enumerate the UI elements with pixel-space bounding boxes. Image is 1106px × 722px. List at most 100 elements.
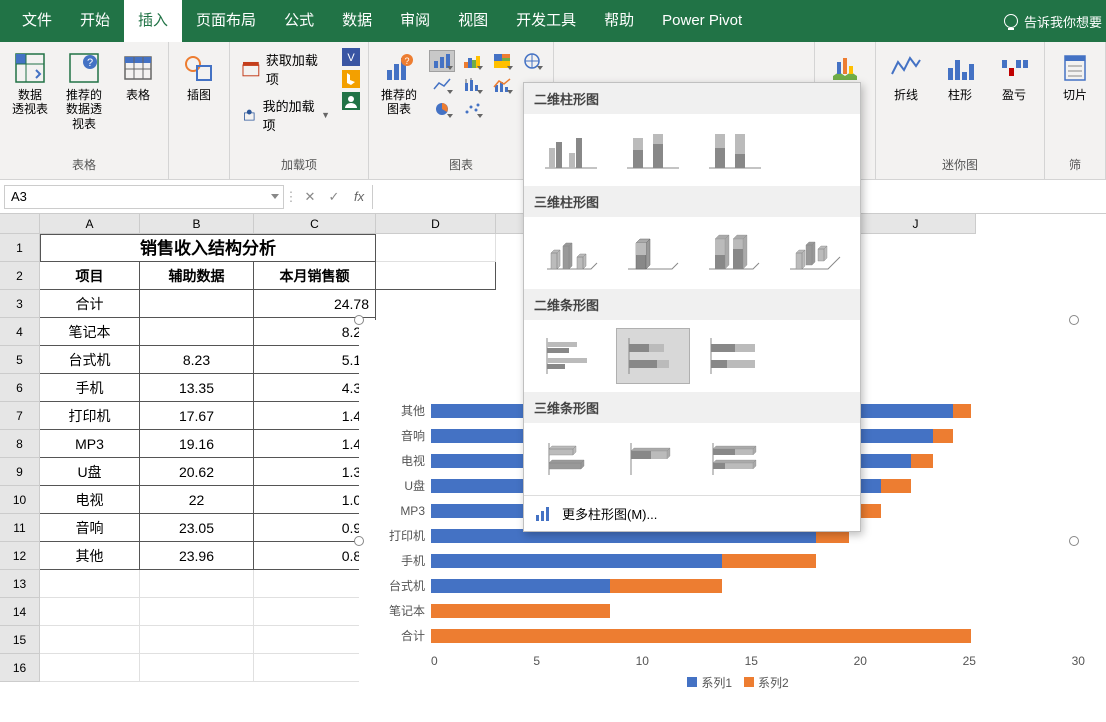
recommended-pivot-button[interactable]: ? 推荐的 数据透视表 [60, 48, 108, 133]
tab-powerpivot[interactable]: Power Pivot [648, 0, 756, 42]
cell[interactable]: 辅助数据 [140, 262, 254, 290]
cell[interactable]: 4.32 [254, 374, 376, 402]
pivot-table-button[interactable]: 数据 透视表 [8, 48, 52, 119]
people-icon[interactable] [342, 92, 360, 110]
3d-clustered-column-option[interactable] [534, 225, 607, 281]
row-header[interactable]: 4 [0, 318, 40, 346]
recommended-charts-button[interactable]: ? 推荐的 图表 [377, 48, 421, 119]
column-header[interactable]: D [376, 214, 496, 234]
cell[interactable] [254, 598, 376, 626]
cell[interactable]: 本月销售额 [254, 262, 376, 290]
chart-bar-segment[interactable] [953, 404, 971, 418]
cell[interactable]: 19.16 [140, 430, 254, 458]
scatter-chart-dropdown[interactable] [459, 98, 485, 120]
row-header[interactable]: 3 [0, 290, 40, 318]
stacked-column-option[interactable] [616, 122, 690, 178]
row-header[interactable]: 10 [0, 486, 40, 514]
chart-bar-segment[interactable] [431, 629, 971, 643]
cell[interactable]: 24.78 [254, 290, 376, 318]
cell[interactable]: 17.67 [140, 402, 254, 430]
tab-help[interactable]: 帮助 [590, 0, 648, 42]
cell[interactable]: 项目 [40, 262, 140, 290]
illustrations-button[interactable]: 插图 [177, 48, 221, 104]
cell[interactable] [254, 570, 376, 598]
map-chart-dropdown[interactable] [519, 50, 545, 72]
cell[interactable]: 1.05 [254, 486, 376, 514]
row-header[interactable]: 15 [0, 626, 40, 654]
cell[interactable] [140, 626, 254, 654]
column-chart-dropdown[interactable] [429, 50, 455, 72]
column-header[interactable]: A [40, 214, 140, 234]
line-chart-dropdown[interactable] [429, 74, 455, 96]
confirm-formula-button[interactable]: ✓ [322, 189, 346, 205]
cell[interactable]: 打印机 [40, 402, 140, 430]
cell[interactable] [40, 598, 140, 626]
tab-view[interactable]: 视图 [444, 0, 502, 42]
3d-stacked-bar-option[interactable] [616, 431, 690, 487]
tab-developer[interactable]: 开发工具 [502, 0, 590, 42]
select-all-corner[interactable] [0, 214, 40, 234]
cell[interactable] [376, 234, 496, 262]
resize-handle[interactable] [354, 315, 364, 325]
chart-bar-segment[interactable] [933, 429, 953, 443]
chart-bar-segment[interactable] [722, 554, 816, 568]
cell[interactable]: 手机 [40, 374, 140, 402]
cell[interactable]: 0.82 [254, 542, 376, 570]
row-header[interactable]: 14 [0, 598, 40, 626]
cell[interactable]: 23.96 [140, 542, 254, 570]
tell-me[interactable]: 告诉我你想要 [1004, 12, 1106, 31]
cell[interactable]: 合计 [40, 290, 140, 318]
3d-stacked-column-option[interactable] [615, 225, 688, 281]
column-header[interactable]: B [140, 214, 254, 234]
cell[interactable]: 5.12 [254, 346, 376, 374]
chart-bar-segment[interactable] [911, 454, 934, 468]
cell[interactable]: 23.05 [140, 514, 254, 542]
cell[interactable]: 1.49 [254, 402, 376, 430]
clustered-column-option[interactable] [534, 122, 608, 178]
chart-bar-segment[interactable] [431, 579, 610, 593]
cell[interactable] [140, 570, 254, 598]
sparkline-line-button[interactable]: 折线 [884, 48, 928, 104]
row-header[interactable]: 5 [0, 346, 40, 374]
cell[interactable] [40, 626, 140, 654]
tab-data[interactable]: 数据 [328, 0, 386, 42]
column-header[interactable]: J [856, 214, 976, 234]
cell[interactable] [40, 570, 140, 598]
3d-100-stacked-bar-option[interactable] [698, 431, 772, 487]
tab-home[interactable]: 开始 [66, 0, 124, 42]
row-header[interactable]: 6 [0, 374, 40, 402]
row-header[interactable]: 13 [0, 570, 40, 598]
resize-handle[interactable] [1069, 315, 1079, 325]
sparkline-column-button[interactable]: 柱形 [938, 48, 982, 104]
3d-column-option[interactable] [777, 225, 850, 281]
cell[interactable]: 1.38 [254, 458, 376, 486]
cell[interactable] [254, 654, 376, 682]
3d-100-stacked-column-option[interactable] [696, 225, 769, 281]
100-stacked-column-option[interactable] [698, 122, 772, 178]
cell[interactable]: 音响 [40, 514, 140, 542]
row-header[interactable]: 11 [0, 514, 40, 542]
cell[interactable]: 笔记本 [40, 318, 140, 346]
cell[interactable]: 台式机 [40, 346, 140, 374]
cell[interactable] [140, 598, 254, 626]
clustered-bar-option[interactable] [534, 328, 608, 384]
get-addins-button[interactable]: 获取加载项 [238, 48, 334, 90]
cell[interactable]: 其他 [40, 542, 140, 570]
100-stacked-bar-option[interactable] [698, 328, 772, 384]
slicer-button[interactable]: 切片 [1053, 48, 1097, 104]
cell[interactable] [140, 654, 254, 682]
row-header[interactable]: 16 [0, 654, 40, 682]
cell[interactable]: 销售收入结构分析 [40, 234, 376, 262]
cell[interactable] [140, 290, 254, 318]
cell[interactable]: 电视 [40, 486, 140, 514]
chevron-down-icon[interactable] [271, 194, 279, 199]
cell[interactable]: 13.35 [140, 374, 254, 402]
my-addins-button[interactable]: 我的加载项 ▼ [238, 94, 334, 136]
hierarchy-chart-dropdown[interactable] [489, 50, 515, 72]
resize-handle[interactable] [354, 536, 364, 546]
chart-bar-segment[interactable] [431, 554, 722, 568]
fx-icon[interactable]: fx [346, 189, 372, 204]
column-header[interactable]: C [254, 214, 376, 234]
combo-chart-dropdown[interactable] [489, 74, 515, 96]
row-header[interactable]: 8 [0, 430, 40, 458]
